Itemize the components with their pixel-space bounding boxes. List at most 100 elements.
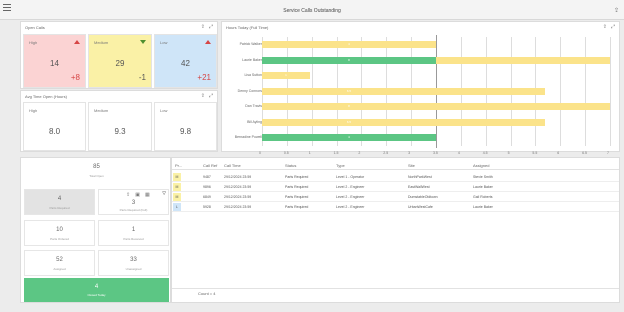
bar[interactable]	[436, 56, 610, 64]
tile-delta: -1	[138, 73, 146, 82]
parts-required-stat[interactable]: 4 Parts Required	[24, 189, 95, 215]
grid-icon[interactable]: ▦	[145, 192, 150, 198]
tile-value: 42	[181, 59, 190, 68]
avg-time-title: Avg Time Open (Hours)	[25, 94, 67, 99]
category-label: Bernadine Powell	[234, 135, 262, 139]
tile-label: Low	[160, 40, 168, 45]
parts-ordered-stat[interactable]: 10 Parts Ordered	[24, 220, 95, 246]
stat-label: Parts Required	[49, 206, 70, 210]
stat-label: Parts Ordered	[50, 237, 69, 241]
x-tick-label: 0	[259, 150, 261, 155]
x-tick-label: 3.5	[433, 150, 438, 155]
stat-value: 10	[56, 227, 63, 233]
export-icon[interactable]: ⇪	[201, 93, 205, 99]
bar-value-label: 8	[348, 104, 350, 108]
top-bar: Service Calls Outstanding ⇪	[0, 0, 624, 20]
x-tick-label: 2	[358, 150, 361, 155]
closed-today-stat[interactable]: 4 Closed Today	[24, 278, 169, 302]
stat-label: Parts Received	[123, 237, 144, 241]
open-calls-high-tile[interactable]: High 14 +8	[23, 34, 86, 88]
avg-time-high-tile: High 8.0	[23, 102, 86, 151]
hours-today-panel: Hours Today (Full Time) ⇪ ⤢ 0 0.5 1 1.5 2 2.5 3…	[221, 21, 621, 155]
x-tick-label: 3	[408, 150, 411, 155]
avg-time-medium-tile: Medium 9.3	[88, 102, 152, 151]
filter-icon[interactable]: ⛛	[162, 191, 166, 197]
parts-received-stat[interactable]: 1 Parts Received	[98, 220, 169, 246]
open-calls-panel: Open Calls ⇪ ⤢ High 14 +8 Medium 29 -1 Lo…	[20, 21, 218, 89]
bar-value-label: 4	[348, 135, 350, 139]
trend-down-icon	[140, 40, 146, 44]
tile-label: Low	[160, 108, 168, 113]
export-icon[interactable]: ⇪	[614, 7, 619, 14]
app-title: Service Calls Outstanding	[283, 8, 341, 14]
x-tick-label: 2.5	[383, 150, 389, 155]
category-label: Dan Travis	[245, 104, 262, 108]
stat-value: 1	[131, 227, 136, 233]
open-calls-title: Open Calls	[25, 25, 45, 30]
bar-value-label: 8	[348, 57, 350, 62]
stat-label: Parts Required (Full)	[119, 208, 148, 212]
gridline	[560, 37, 562, 146]
x-tick-label: 5.5	[532, 150, 538, 155]
stat-label: Closed Today	[87, 293, 106, 297]
tile-label: Medium	[94, 40, 109, 45]
open-calls-low-tile[interactable]: Low 42 +21	[154, 34, 217, 88]
stats-panel: 85 Total Open 4 Parts Required ⇪ ▣ ▦ 3 P…	[20, 157, 171, 303]
avg-time-low-tile: Low 9.8	[154, 102, 217, 151]
tile-label: Medium	[94, 108, 109, 113]
x-tick-label: 4.5	[482, 150, 488, 155]
x-tick-label: 6.5	[582, 150, 588, 155]
avg-time-panel: Avg Time Open (Hours) ⇪ ⤢ High 8.0 Medium…	[20, 90, 218, 152]
bar[interactable]: 1	[262, 72, 310, 79]
tile-value: 8.0	[48, 127, 61, 136]
stat-label: Unassigned	[125, 267, 142, 271]
gridline	[610, 37, 611, 146]
bar[interactable]: 6.5	[262, 87, 545, 95]
assigned-stat[interactable]: 52 Assigned	[24, 250, 95, 276]
tile-delta: +21	[197, 73, 211, 82]
total-open-label: Total Open	[89, 174, 104, 178]
export-icon[interactable]: ⇪	[201, 24, 205, 30]
stat-value: 52	[56, 257, 63, 263]
stat-value: 3	[131, 200, 136, 206]
bar[interactable]: 4	[262, 41, 436, 48]
tile-delta: +8	[70, 73, 80, 82]
category-label: Bill Ayling	[247, 119, 262, 124]
tile-label: High	[29, 40, 38, 45]
table-header	[172, 158, 619, 170]
category-label: Laurie Baker	[242, 57, 262, 62]
tile-value: 9.3	[114, 127, 126, 136]
open-calls-medium-tile[interactable]: Medium 29 -1	[88, 34, 152, 88]
bar[interactable]: 4	[262, 134, 436, 141]
bar[interactable]: 6.5	[262, 118, 545, 126]
stat-label: Assigned	[53, 267, 66, 271]
table-footer	[172, 288, 619, 289]
bar[interactable]: 8	[262, 103, 610, 110]
bar[interactable]: 8	[262, 56, 436, 64]
bar-chart: 0 0.5 1 1.5 2 2.5 3 3.5 4 4.5 5 5.5 6 6.5 7 Patrick Wal…	[222, 22, 621, 155]
total-open-widget[interactable]: 85 Total Open	[21, 164, 172, 178]
gridline	[585, 37, 587, 146]
expand-icon[interactable]: ⤢	[209, 24, 213, 30]
category-label: Lisa Sutton	[244, 73, 262, 77]
image-icon[interactable]: ▣	[135, 192, 140, 198]
tile-value: 29	[115, 59, 125, 68]
x-tick-label: 1.5	[333, 150, 339, 155]
x-tick-label: 4	[457, 150, 460, 155]
x-tick-label: 6	[557, 150, 560, 155]
unassigned-stat[interactable]: 33 Unassigned	[98, 250, 169, 276]
stat-value: 33	[130, 257, 137, 263]
expand-icon[interactable]: ⤢	[209, 93, 213, 99]
tile-value: 14	[50, 59, 59, 68]
bar-value-label: 1	[285, 73, 287, 77]
row-count: Count = 4	[198, 291, 216, 296]
bar-value-label: 4	[348, 42, 350, 46]
category-label: Patrick Walker	[239, 42, 262, 46]
calls-table-panel: Count = 4	[171, 157, 620, 303]
parts-required-full-stat[interactable]: ⇪ ▣ ▦ 3 Parts Required (Full)	[98, 189, 169, 215]
stat-value: 4	[94, 284, 99, 290]
x-tick-label: 5	[507, 150, 510, 155]
tile-value: 9.8	[179, 127, 192, 136]
export-icon[interactable]: ⇪	[126, 192, 130, 198]
x-tick-label: 0.5	[283, 150, 289, 155]
